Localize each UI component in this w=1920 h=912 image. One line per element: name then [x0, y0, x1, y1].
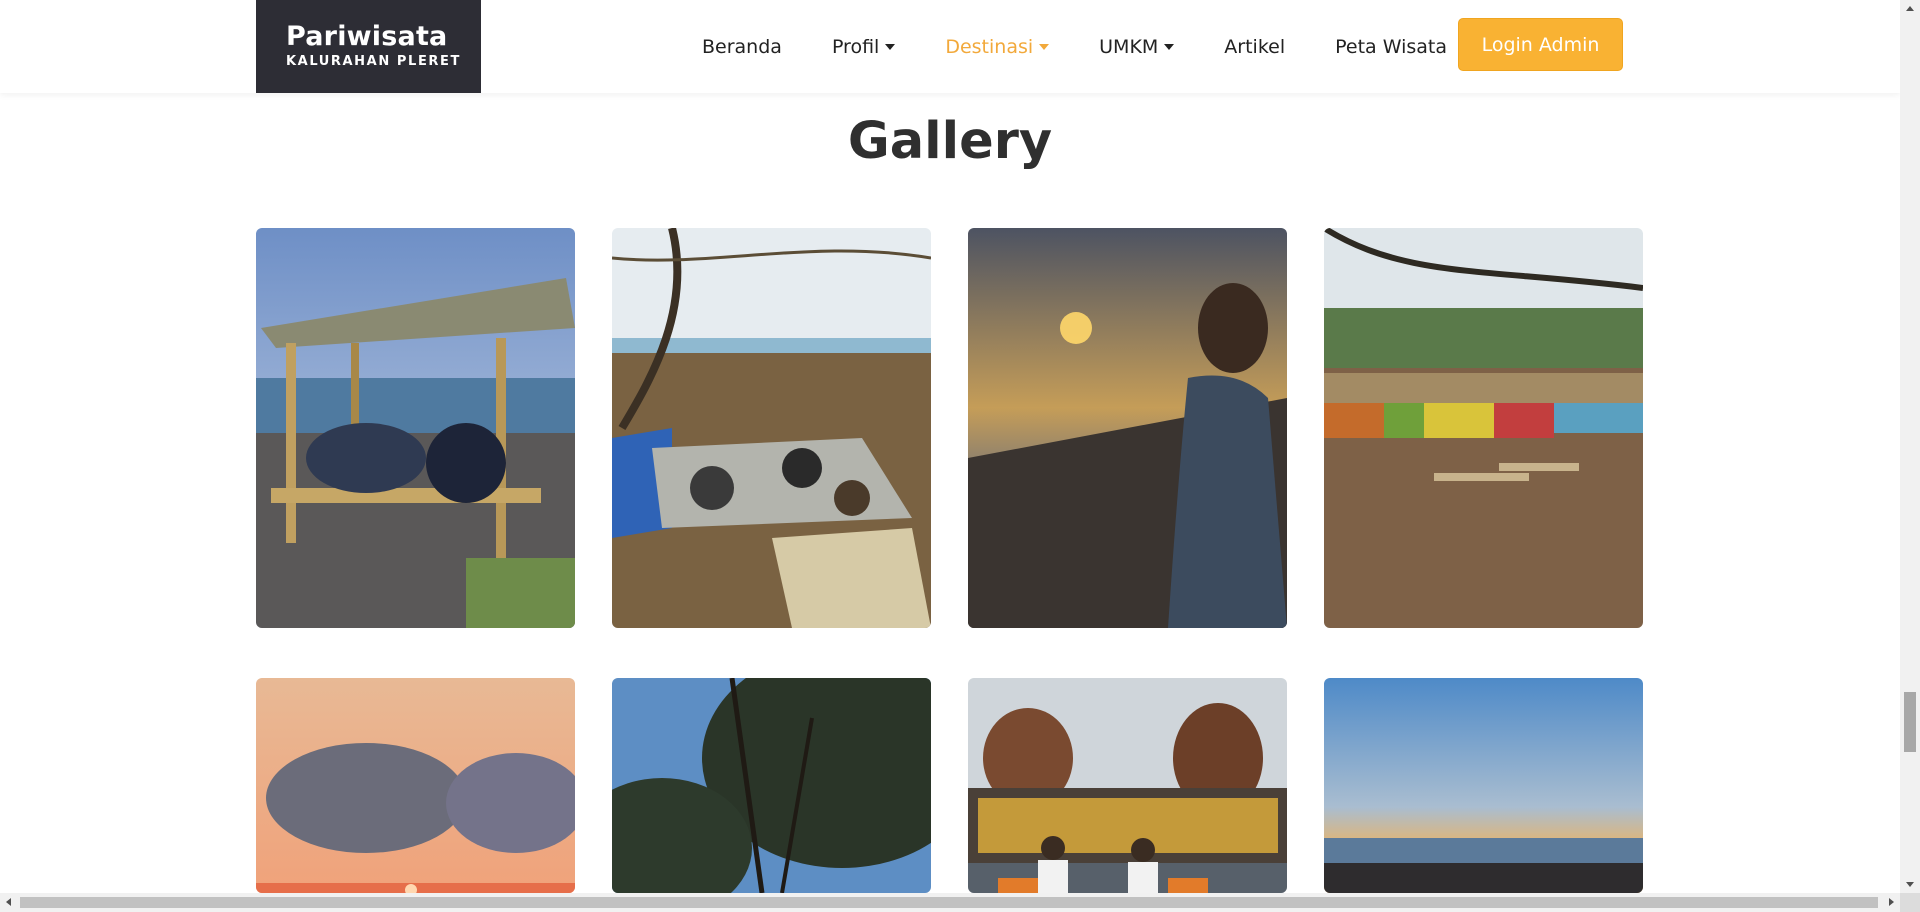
scroll-down-arrow-icon[interactable] — [1906, 882, 1914, 887]
nav-label: Peta Wisata — [1335, 35, 1448, 58]
calm-beach-image — [1324, 678, 1643, 893]
vertical-scrollbar[interactable] — [1900, 0, 1920, 893]
scroll-right-arrow-icon[interactable] — [1889, 898, 1894, 906]
nav-label: UMKM — [1099, 35, 1159, 58]
caret-down-icon — [885, 43, 896, 50]
nav-item-umkm[interactable]: UMKM — [1099, 35, 1175, 58]
scroll-up-arrow-icon[interactable] — [1906, 6, 1914, 11]
horizontal-scrollbar[interactable] — [0, 893, 1900, 912]
picnic-image — [612, 228, 931, 628]
brand-subtitle: KALURAHAN PLERET — [286, 54, 461, 69]
scrollbar-corner — [1900, 893, 1920, 912]
nav-label: Beranda — [702, 35, 782, 58]
brand-title: Pariwisata — [286, 21, 448, 52]
gallery-photo-beach-stalls[interactable] — [1324, 228, 1643, 628]
gallery-photo-boy-sunset[interactable] — [968, 228, 1287, 628]
caret-down-icon — [1164, 43, 1175, 50]
gallery-photo-sunset-clouds[interactable] — [256, 678, 575, 893]
gallery-photo-gazebo[interactable] — [256, 228, 575, 628]
page-viewport: Pariwisata KALURAHAN PLERET Beranda Prof… — [0, 0, 1900, 893]
parangan-sign-image — [968, 678, 1287, 893]
sunset-clouds-image — [256, 678, 575, 893]
scroll-left-arrow-icon[interactable] — [6, 898, 11, 906]
gallery-photo-parangan-sign[interactable] — [968, 678, 1287, 893]
vertical-scroll-thumb[interactable] — [1904, 692, 1916, 752]
main-nav: Beranda Profil Destinasi UMKM Artikel Pe… — [702, 0, 1497, 93]
boy-sunset-image — [968, 228, 1287, 628]
gallery-photo-picnic[interactable] — [612, 228, 931, 628]
gallery-photo-calm-beach[interactable] — [1324, 678, 1643, 893]
nav-label: Destinasi — [945, 35, 1034, 58]
gallery-photo-pine-trees[interactable] — [612, 678, 931, 893]
nav-label: Artikel — [1224, 35, 1286, 58]
nav-item-artikel[interactable]: Artikel — [1224, 36, 1285, 58]
nav-item-profil[interactable]: Profil — [831, 35, 896, 58]
gazebo-image — [256, 228, 575, 628]
nav-item-destinasi[interactable]: Destinasi — [945, 35, 1050, 58]
nav-item-beranda[interactable]: Beranda — [702, 36, 782, 58]
horizontal-scroll-thumb[interactable] — [20, 897, 1878, 908]
caret-down-icon — [1039, 43, 1050, 50]
nav-label: Profil — [831, 35, 880, 58]
brand-logo[interactable]: Pariwisata KALURAHAN PLERET — [256, 0, 481, 93]
beach-stalls-image — [1324, 228, 1643, 628]
nav-item-peta-wisata[interactable]: Peta Wisata — [1335, 36, 1447, 58]
gallery-title: Gallery — [847, 112, 1053, 171]
top-navbar: Pariwisata KALURAHAN PLERET Beranda Prof… — [0, 0, 1900, 93]
login-admin-button[interactable]: Login Admin — [1458, 18, 1623, 71]
pine-trees-image — [612, 678, 931, 893]
